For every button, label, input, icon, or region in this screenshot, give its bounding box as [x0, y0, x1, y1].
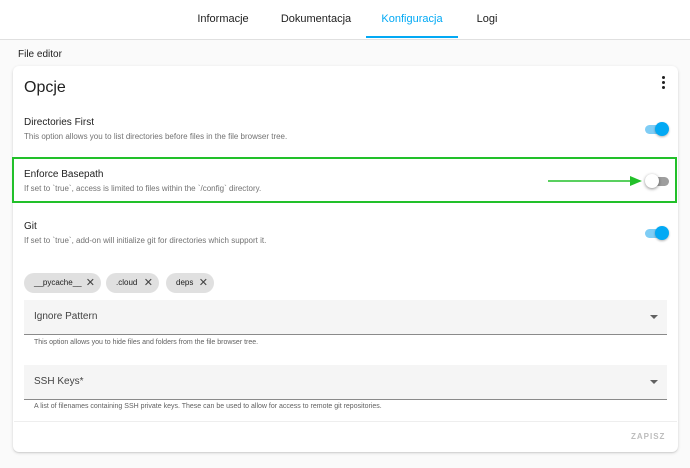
- toggle-git[interactable]: [645, 226, 669, 240]
- chip-cloud[interactable]: .cloud ✕: [106, 273, 159, 293]
- ignore-pattern-label: Ignore Pattern: [34, 311, 98, 322]
- option-title-directories-first: Directories First: [24, 117, 95, 128]
- chip-label: __pycache__: [34, 278, 82, 287]
- dropdown-arrow-icon: [650, 380, 658, 384]
- ignore-pattern-helper: This option allows you to hide files and…: [34, 339, 259, 346]
- tab-konfiguracja[interactable]: Konfiguracja: [366, 0, 458, 39]
- close-icon[interactable]: ✕: [86, 273, 95, 293]
- save-button[interactable]: ZAPISZ: [631, 432, 665, 441]
- close-icon[interactable]: ✕: [199, 273, 208, 293]
- section-title: File editor: [18, 49, 62, 60]
- chip-pycache[interactable]: __pycache__ ✕: [24, 273, 101, 293]
- tab-bar: Informacje Dokumentacja Konfiguracja Log…: [0, 0, 690, 40]
- option-description-git: If set to `true`, add-on will initialize…: [24, 236, 267, 245]
- toggle-directories-first[interactable]: [645, 122, 669, 136]
- ignore-pattern-select[interactable]: Ignore Pattern: [24, 300, 667, 335]
- ssh-keys-select[interactable]: SSH Keys*: [24, 365, 667, 400]
- active-tab-indicator: [366, 36, 458, 38]
- tab-logi[interactable]: Logi: [470, 0, 504, 39]
- arrow-right-icon: [548, 176, 642, 186]
- chip-deps[interactable]: deps ✕: [166, 273, 214, 293]
- tab-informacje[interactable]: Informacje: [190, 0, 256, 39]
- tab-dokumentacja[interactable]: Dokumentacja: [278, 0, 354, 39]
- chip-label: .cloud: [116, 278, 138, 287]
- card-title: Opcje: [24, 79, 66, 96]
- close-icon[interactable]: ✕: [144, 273, 153, 293]
- card-divider: [14, 421, 677, 422]
- ssh-keys-label: SSH Keys*: [34, 376, 84, 387]
- ssh-keys-helper: A list of filenames containing SSH priva…: [34, 403, 382, 410]
- chip-label: deps: [176, 278, 194, 287]
- more-vertical-icon[interactable]: [659, 76, 667, 90]
- option-title-git: Git: [24, 221, 37, 232]
- option-description-directories-first: This option allows you to list directori…: [24, 132, 288, 141]
- dropdown-arrow-icon: [650, 315, 658, 319]
